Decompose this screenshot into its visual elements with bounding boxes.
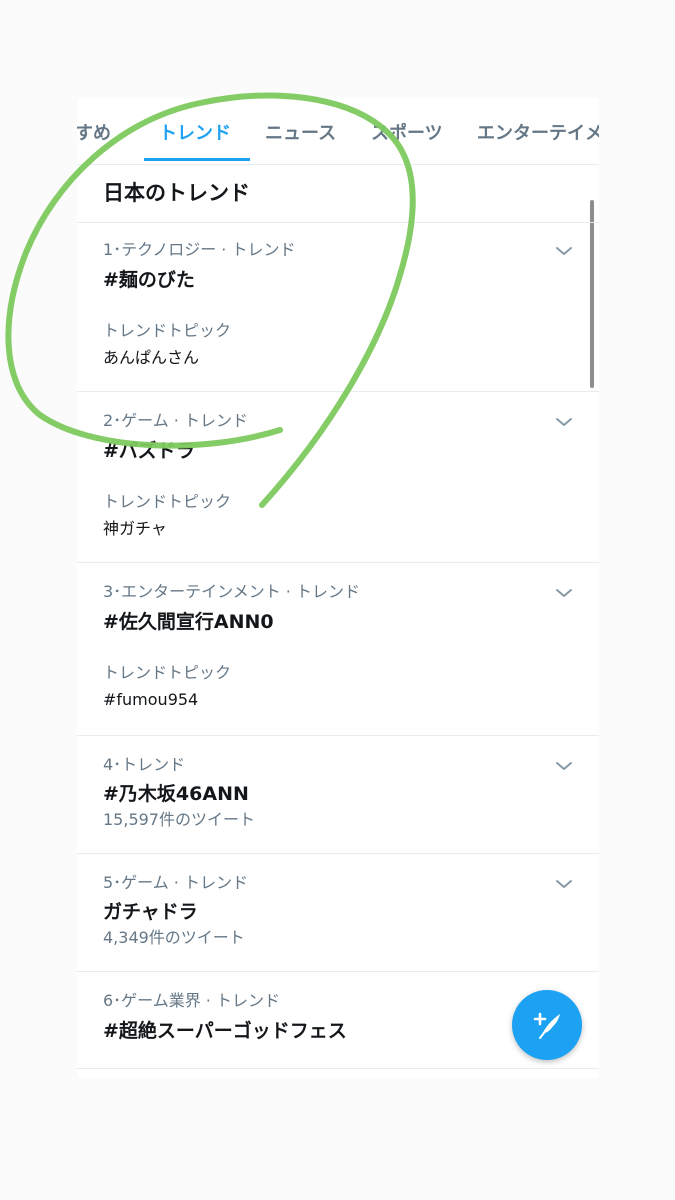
trend-name[interactable]: #超絶スーパーゴッドフェス: [103, 1018, 347, 1044]
trend-item[interactable]: 1･テクノロジー · トレンド #麺のびた トレンドトピック あんぱんさん: [77, 222, 599, 392]
trend-meta: 6･ゲーム業界 · トレンド: [103, 991, 280, 1010]
trend-item[interactable]: 5･ゲーム · トレンド ガチャドラ 4,349件のツイート: [77, 853, 599, 972]
trend-name[interactable]: #パズドラ: [103, 438, 195, 464]
chevron-down-icon[interactable]: [555, 587, 573, 599]
chevron-down-icon[interactable]: [555, 760, 573, 772]
section-title: 日本のトレンド: [103, 181, 250, 205]
tweet-count: 15,597件のツイート: [103, 810, 255, 829]
trend-item[interactable]: 3･エンターテインメント · トレンド #佐久間宣行ANN0 トレンドトピック …: [77, 562, 599, 736]
trend-meta: 4･トレンド: [103, 755, 186, 774]
trend-item[interactable]: 4･トレンド #乃木坂46ANN 15,597件のツイート: [77, 735, 599, 854]
trend-topic-value[interactable]: 神ガチャ: [103, 518, 167, 540]
trend-name[interactable]: ガチャドラ: [103, 899, 198, 925]
tab-trending[interactable]: トレンド: [159, 122, 231, 146]
trend-topic-value[interactable]: #fumou954: [103, 689, 198, 711]
active-tab-indicator: [144, 158, 250, 161]
compose-tweet-icon: [533, 1012, 560, 1039]
explore-screen: すすめ トレンド ニュース スポーツ エンターテイメント 日本のトレンド 1･テ…: [77, 98, 599, 1078]
trend-name[interactable]: #麺のびた: [103, 267, 195, 293]
tab-news[interactable]: ニュース: [265, 122, 336, 146]
chevron-down-icon[interactable]: [555, 878, 573, 890]
trend-topic-label: トレンドトピック: [103, 321, 232, 340]
trend-topic-label: トレンドトピック: [103, 663, 232, 682]
trend-meta: 2･ゲーム · トレンド: [103, 411, 248, 430]
trend-item[interactable]: 2･ゲーム · トレンド #パズドラ トレンドトピック 神ガチャ: [77, 391, 599, 563]
trend-meta: 1･テクノロジー · トレンド: [103, 240, 296, 259]
tab-entertainment[interactable]: エンターテイメント: [477, 122, 599, 146]
trend-name[interactable]: #佐久間宣行ANN0: [103, 609, 274, 635]
tab-for-you[interactable]: すすめ: [77, 122, 111, 146]
trend-meta: 3･エンターテインメント · トレンド: [103, 582, 360, 601]
trend-topic-label: トレンドトピック: [103, 492, 232, 511]
tweet-count: 4,349件のツイート: [103, 928, 245, 947]
compose-tweet-button[interactable]: [512, 990, 582, 1060]
chevron-down-icon[interactable]: [555, 416, 573, 428]
chevron-down-icon[interactable]: [555, 245, 573, 257]
trend-topic-value[interactable]: あんぱんさん: [103, 347, 199, 369]
trend-meta: 5･ゲーム · トレンド: [103, 873, 248, 892]
tab-sports[interactable]: スポーツ: [371, 122, 443, 146]
trend-name[interactable]: #乃木坂46ANN: [103, 781, 249, 807]
explore-tabs: すすめ トレンド ニュース スポーツ エンターテイメント: [77, 98, 599, 165]
